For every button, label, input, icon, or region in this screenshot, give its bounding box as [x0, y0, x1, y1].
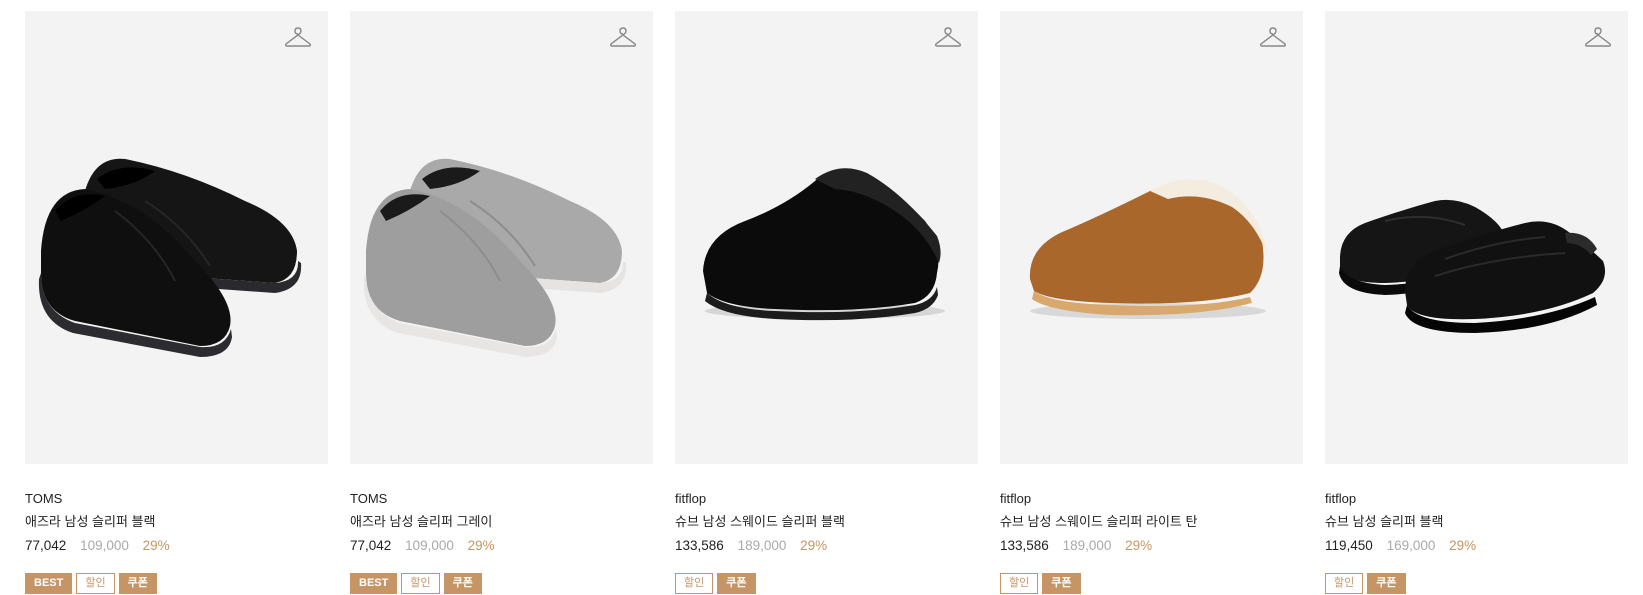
product-brand[interactable]: fitflop	[675, 491, 978, 507]
hanger-icon[interactable]	[1584, 25, 1612, 49]
slipper-black-pair-image	[38, 158, 302, 357]
hanger-icon[interactable]	[934, 25, 962, 49]
sale-price: 133,586	[675, 538, 724, 553]
mule-black-single-image	[703, 168, 945, 321]
product-card[interactable]: TOMS 애즈라 남성 슬리퍼 블랙 77,042 109,000 29% BE…	[25, 11, 328, 594]
coupon-badge: 쿠폰	[443, 573, 482, 594]
product-name[interactable]: 슈브 남성 스웨이드 슬리퍼 라이트 탄	[1000, 514, 1303, 530]
discount-rate: 29%	[1449, 538, 1477, 553]
best-badge: BEST	[350, 573, 398, 594]
sale-badge: 할인	[401, 573, 440, 594]
hanger-icon[interactable]	[1259, 25, 1287, 49]
sale-badge: 할인	[76, 573, 115, 594]
mule-tan-single-image	[1029, 179, 1268, 319]
badge-group: 할인 쿠폰	[1000, 573, 1303, 594]
badge-group: BEST 할인 쿠폰	[25, 573, 328, 594]
product-info: fitflop 슈브 남성 스웨이드 슬리퍼 라이트 탄 133,586 189…	[1000, 464, 1303, 594]
product-image[interactable]	[25, 11, 328, 464]
product-brand[interactable]: TOMS	[350, 491, 653, 507]
product-info: TOMS 애즈라 남성 슬리퍼 그레이 77,042 109,000 29% B…	[350, 464, 653, 594]
product-prices: 133,586 189,000 29%	[1000, 538, 1303, 554]
product-info: fitflop 슈브 남성 스웨이드 슬리퍼 블랙 133,586 189,00…	[675, 464, 978, 594]
slipper-grey-pair-image	[363, 158, 627, 357]
product-card[interactable]: fitflop 슈브 남성 슬리퍼 블랙 119,450 169,000 29%…	[1325, 11, 1628, 594]
product-name[interactable]: 슈브 남성 스웨이드 슬리퍼 블랙	[675, 514, 978, 530]
discount-rate: 29%	[1125, 538, 1153, 553]
product-prices: 119,450 169,000 29%	[1325, 538, 1628, 554]
coupon-badge: 쿠폰	[717, 573, 756, 594]
discount-rate: 29%	[142, 538, 170, 553]
product-prices: 77,042 109,000 29%	[350, 538, 653, 554]
product-name[interactable]: 애즈라 남성 슬리퍼 그레이	[350, 514, 653, 530]
product-info: TOMS 애즈라 남성 슬리퍼 블랙 77,042 109,000 29% BE…	[25, 464, 328, 594]
badge-group: 할인 쿠폰	[675, 573, 978, 594]
product-info: fitflop 슈브 남성 슬리퍼 블랙 119,450 169,000 29%…	[1325, 464, 1628, 594]
product-brand[interactable]: fitflop	[1325, 491, 1628, 507]
product-prices: 77,042 109,000 29%	[25, 538, 328, 554]
product-prices: 133,586 189,000 29%	[675, 538, 978, 554]
coupon-badge: 쿠폰	[1042, 573, 1081, 594]
product-card[interactable]: TOMS 애즈라 남성 슬리퍼 그레이 77,042 109,000 29% B…	[350, 11, 653, 594]
product-name[interactable]: 슈브 남성 슬리퍼 블랙	[1325, 514, 1628, 530]
sale-badge: 할인	[1325, 573, 1364, 594]
hanger-icon[interactable]	[609, 25, 637, 49]
sale-price: 77,042	[350, 538, 392, 553]
product-image[interactable]	[1325, 11, 1628, 464]
product-brand[interactable]: TOMS	[25, 491, 328, 507]
original-price: 189,000	[737, 538, 787, 553]
product-image[interactable]	[675, 11, 978, 464]
sale-price: 133,586	[1000, 538, 1049, 553]
original-price: 169,000	[1386, 538, 1436, 553]
hanger-icon[interactable]	[284, 25, 312, 49]
coupon-badge: 쿠폰	[1367, 573, 1406, 594]
sale-badge: 할인	[675, 573, 714, 594]
best-badge: BEST	[25, 573, 73, 594]
product-image[interactable]	[1000, 11, 1303, 464]
product-name[interactable]: 애즈라 남성 슬리퍼 블랙	[25, 514, 328, 530]
badge-group: BEST 할인 쿠폰	[350, 573, 653, 594]
badge-group: 할인 쿠폰	[1325, 573, 1628, 594]
product-image[interactable]	[350, 11, 653, 464]
sale-badge: 할인	[1000, 573, 1039, 594]
coupon-badge: 쿠폰	[118, 573, 157, 594]
sale-price: 119,450	[1325, 538, 1373, 553]
discount-rate: 29%	[800, 538, 828, 553]
sale-price: 77,042	[25, 538, 67, 553]
original-price: 109,000	[405, 538, 454, 553]
slide-black-pair-image	[1339, 199, 1606, 333]
product-brand[interactable]: fitflop	[1000, 491, 1303, 507]
discount-rate: 29%	[467, 538, 495, 553]
product-card[interactable]: fitflop 슈브 남성 스웨이드 슬리퍼 블랙 133,586 189,00…	[675, 11, 978, 594]
original-price: 189,000	[1062, 538, 1112, 553]
product-grid: TOMS 애즈라 남성 슬리퍼 블랙 77,042 109,000 29% BE…	[0, 0, 1643, 595]
product-card[interactable]: fitflop 슈브 남성 스웨이드 슬리퍼 라이트 탄 133,586 189…	[1000, 11, 1303, 594]
original-price: 109,000	[80, 538, 129, 553]
